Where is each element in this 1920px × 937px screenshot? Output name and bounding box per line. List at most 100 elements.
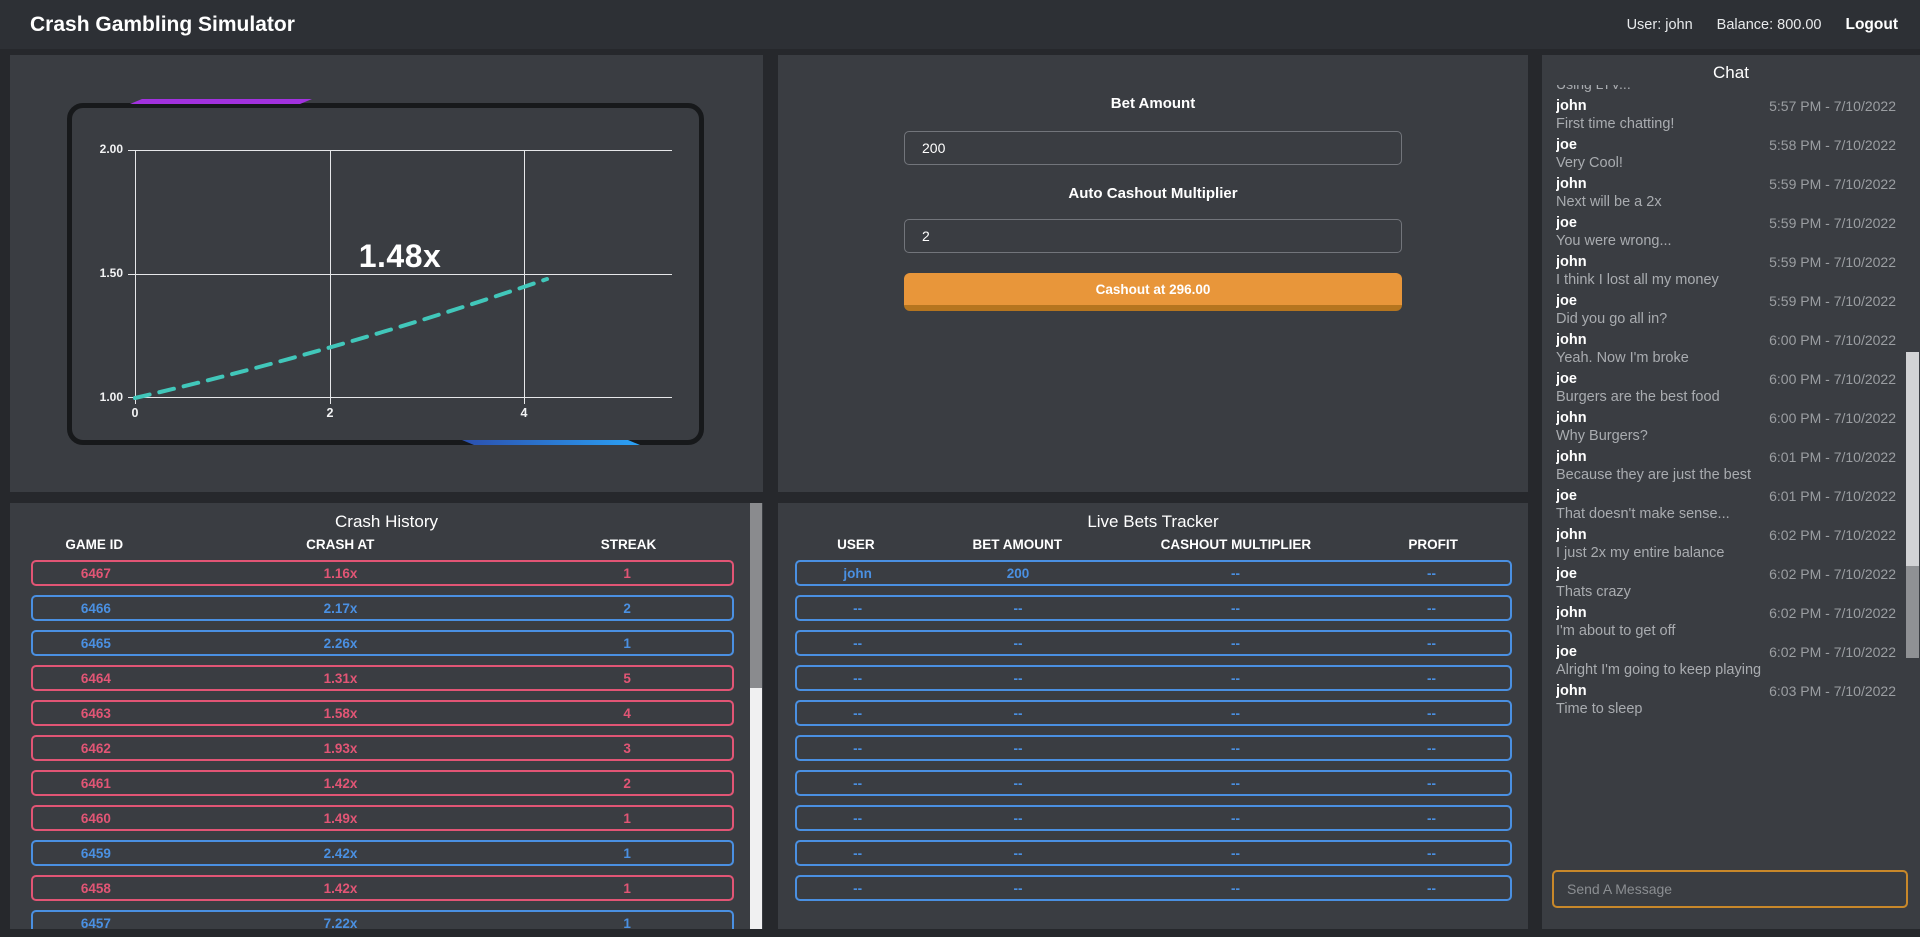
- user-cell: --: [797, 881, 918, 896]
- cashout-multiplier-cell: --: [1118, 846, 1353, 861]
- crash-history-scrollbar-thumb[interactable]: [750, 503, 762, 688]
- chat-scrollbar-track[interactable]: [1906, 566, 1919, 658]
- live-bets-header: USER BET AMOUNT CASHOUT MULTIPLIER PROFI…: [795, 537, 1512, 552]
- x-axis-tick-label: 4: [504, 406, 544, 420]
- chat-message-author: john: [1556, 682, 1587, 700]
- profit-cell: --: [1353, 811, 1510, 826]
- chat-message-input[interactable]: [1552, 870, 1908, 908]
- bet-amount-cell: --: [918, 846, 1118, 861]
- col-streak: STREAK: [523, 537, 734, 552]
- cashout-multiplier-cell: --: [1118, 601, 1353, 616]
- chat-message-timestamp: 6:02 PM - 7/10/2022: [1769, 565, 1896, 583]
- bet-panel: Bet Amount Auto Cashout Multiplier Casho…: [778, 55, 1528, 492]
- chat-message-header: joe5:59 PM - 7/10/2022: [1556, 292, 1896, 310]
- crash-at-cell: 1.58x: [159, 706, 522, 721]
- live-bet-row: --------: [795, 840, 1512, 866]
- current-multiplier-label: 1.48x: [310, 238, 490, 275]
- profit-cell: --: [1353, 881, 1510, 896]
- chat-message-text: Why Burgers?: [1556, 427, 1896, 445]
- live-bet-row: --------: [795, 735, 1512, 761]
- cashout-multiplier-cell: --: [1118, 636, 1353, 651]
- col-crash-at: CRASH AT: [158, 537, 524, 552]
- chat-message-text: First time chatting!: [1556, 115, 1896, 133]
- streak-cell: 2: [522, 601, 732, 616]
- crash-history-row: 64662.17x2: [31, 595, 734, 621]
- crash-at-cell: 1.42x: [159, 881, 522, 896]
- crash-history-panel: Crash History GAME ID CRASH AT STREAK 64…: [10, 503, 763, 929]
- bet-amount-cell: --: [918, 811, 1118, 826]
- profit-cell: --: [1353, 741, 1510, 756]
- crash-at-cell: 1.49x: [159, 811, 522, 826]
- live-bet-row: --------: [795, 595, 1512, 621]
- chat-message-text: Because they are just the best: [1556, 466, 1896, 484]
- cashout-button[interactable]: Cashout at 296.00: [904, 273, 1402, 311]
- chat-message-header: joe5:58 PM - 7/10/2022: [1556, 136, 1896, 154]
- chat-message-author: john: [1556, 253, 1587, 271]
- chat-message-header: john6:01 PM - 7/10/2022: [1556, 448, 1896, 466]
- chat-message: joe6:02 PM - 7/10/2022Alright I'm going …: [1556, 643, 1896, 679]
- user-cell: --: [797, 636, 918, 651]
- crash-history-row: 64621.93x3: [31, 735, 734, 761]
- chat-message-text: That doesn't make sense...: [1556, 505, 1896, 523]
- game-id-cell: 6460: [33, 811, 159, 826]
- auto-cashout-input[interactable]: [904, 219, 1402, 253]
- chat-message-author: joe: [1556, 565, 1577, 583]
- chat-message-author: joe: [1556, 487, 1577, 505]
- chat-message-text: Thats crazy: [1556, 583, 1896, 601]
- cashout-multiplier-cell: --: [1118, 776, 1353, 791]
- live-bet-row: --------: [795, 805, 1512, 831]
- bet-amount-input[interactable]: [904, 131, 1402, 165]
- chat-scrollbar-thumb[interactable]: [1906, 352, 1919, 566]
- crash-at-cell: 1.42x: [159, 776, 522, 791]
- chat-message: john5:59 PM - 7/10/2022I think I lost al…: [1556, 253, 1896, 289]
- chat-message-header: john 6:03 PM - 7/10/2022: [1556, 682, 1896, 700]
- col-cashout-multiplier: CASHOUT MULTIPLIER: [1118, 537, 1355, 552]
- chat-message-author: joe: [1556, 370, 1577, 388]
- live-bet-row: --------: [795, 875, 1512, 901]
- profit-cell: --: [1353, 601, 1510, 616]
- chat-message-text: Alright I'm going to keep playing: [1556, 661, 1896, 679]
- chat-message-timestamp: 5:59 PM - 7/10/2022: [1769, 253, 1896, 271]
- cashout-multiplier-cell: --: [1118, 741, 1353, 756]
- bet-amount-cell: --: [918, 881, 1118, 896]
- streak-cell: 1: [522, 636, 732, 651]
- app-root: Crash Gambling Simulator User: john Bala…: [0, 0, 1920, 937]
- chat-message-timestamp: 5:58 PM - 7/10/2022: [1769, 136, 1896, 154]
- chat-message-timestamp: 5:57 PM - 7/10/2022: [1769, 97, 1896, 115]
- chat-message-header: john6:02 PM - 7/10/2022: [1556, 526, 1896, 544]
- crash-history-rows: 64671.16x164662.17x264652.26x164641.31x5…: [31, 560, 734, 929]
- chat-message-text: Time to sleep: [1556, 700, 1896, 718]
- logout-button[interactable]: Logout: [1845, 16, 1898, 34]
- user-cell: --: [797, 741, 918, 756]
- crash-at-cell: 1.31x: [159, 671, 522, 686]
- game-id-cell: 6467: [33, 566, 159, 581]
- profit-cell: --: [1353, 636, 1510, 651]
- y-axis-tick-label: 1.50: [68, 266, 123, 280]
- chat-message-header: john5:59 PM - 7/10/2022: [1556, 175, 1896, 193]
- live-bet-row: --------: [795, 665, 1512, 691]
- chat-message-header: john6:00 PM - 7/10/2022: [1556, 331, 1896, 349]
- y-axis-tick-label: 1.00: [68, 390, 123, 404]
- streak-cell: 1: [522, 916, 732, 930]
- user-cell: --: [797, 776, 918, 791]
- crash-history-title: Crash History: [10, 512, 763, 532]
- chat-message-header: john6:00 PM - 7/10/2022: [1556, 409, 1896, 427]
- chat-message-author: joe: [1556, 643, 1577, 661]
- x-axis-tick-label: 2: [310, 406, 350, 420]
- chat-message-timestamp: 5:59 PM - 7/10/2022: [1769, 214, 1896, 232]
- chat-message-author: john: [1556, 175, 1587, 193]
- y-axis-tick-label: 2.00: [68, 142, 123, 156]
- chat-message: john5:57 PM - 7/10/2022First time chatti…: [1556, 97, 1896, 133]
- chat-message-author: john: [1556, 409, 1587, 427]
- chat-message-text: I just 2x my entire balance: [1556, 544, 1896, 562]
- live-bet-row: --------: [795, 630, 1512, 656]
- streak-cell: 1: [522, 881, 732, 896]
- crash-history-row: 64577.22x1: [31, 910, 734, 929]
- chat-message-timestamp: 6:03 PM - 7/10/2022: [1769, 682, 1896, 700]
- crash-history-row: 64671.16x1: [31, 560, 734, 586]
- cashout-multiplier-cell: --: [1118, 706, 1353, 721]
- col-profit: PROFIT: [1354, 537, 1512, 552]
- user-cell: john: [797, 566, 918, 581]
- chat-messages: Using LTV... john5:57 PM - 7/10/2022Firs…: [1556, 85, 1896, 785]
- live-bet-row: john200----: [795, 560, 1512, 586]
